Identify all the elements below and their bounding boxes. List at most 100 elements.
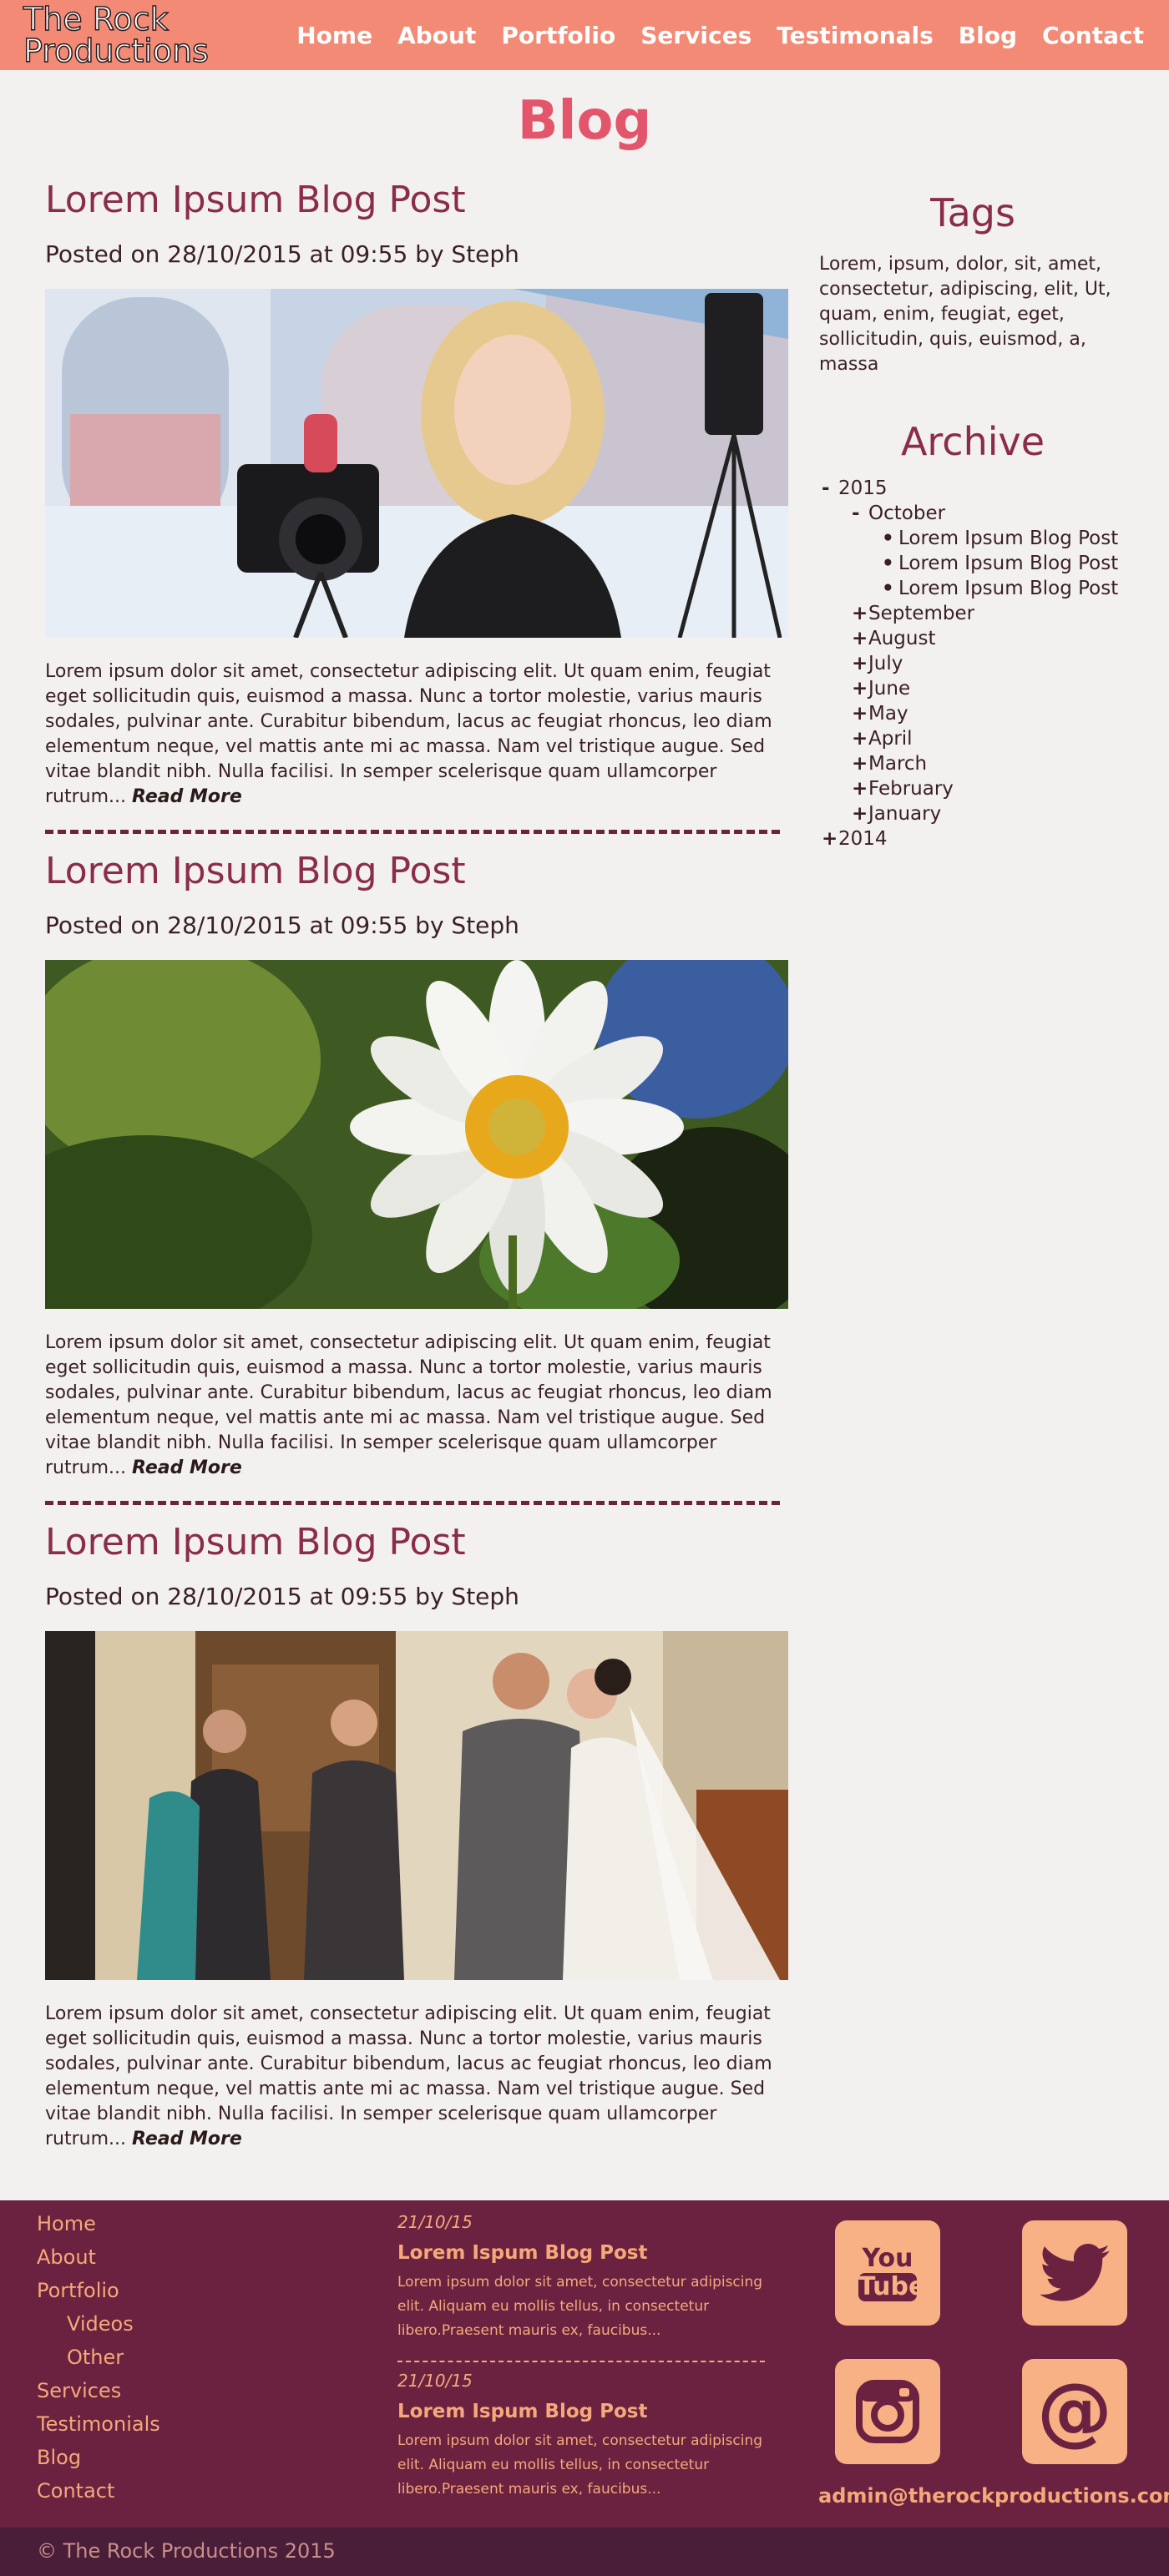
twitter-button[interactable]	[1022, 2220, 1127, 2326]
archive-label: January	[868, 803, 942, 825]
archive-label: September	[868, 603, 975, 624]
news-excerpt: Lorem ipsum dolor sit amet, consectetur …	[397, 2274, 763, 2339]
page-title: Blog	[517, 90, 652, 152]
site-logo[interactable]: The Rock Productions	[23, 1, 274, 69]
news-date: 21/10/15	[397, 2212, 473, 2232]
archive-year-2015[interactable]: -2015	[822, 476, 888, 501]
tags-list[interactable]: Lorem, ipsum, dolor, sit, amet, consecte…	[819, 252, 1141, 377]
expand-toggle[interactable]: +	[852, 626, 868, 651]
news-title[interactable]: Lorem Ispum Blog Post	[397, 2401, 647, 2422]
archive-label: 2015	[838, 477, 888, 499]
site-header: The Rock Productions Home About Portfoli…	[0, 0, 1169, 70]
archive-month-june[interactable]: +June	[852, 676, 910, 701]
archive-month-september[interactable]: +September	[852, 601, 974, 626]
post-meta: Posted on 28/10/2015 at 09:55 by Steph	[45, 1583, 519, 1610]
archive-month-august[interactable]: +August	[852, 626, 936, 651]
archive-post-link[interactable]: • Lorem Ipsum Blog Post	[882, 526, 1118, 551]
post-title[interactable]: Lorem Ipsum Blog Post	[45, 179, 466, 221]
logo-line-1: The Rock	[23, 1, 169, 38]
post-excerpt-text: Lorem ipsum dolor sit amet, consectetur …	[45, 2003, 772, 2149]
copyright-bar: © The Rock Productions 2015	[0, 2528, 1169, 2576]
news-title[interactable]: Lorem Ispum Blog Post	[397, 2242, 647, 2264]
expand-toggle[interactable]: +	[852, 676, 868, 701]
email-button[interactable]: @	[1022, 2359, 1127, 2464]
footer-link-home[interactable]: Home	[37, 2212, 96, 2235]
archive-month-may[interactable]: +May	[852, 701, 908, 726]
archive-month-february[interactable]: +February	[852, 776, 954, 801]
footer-email[interactable]: admin@therockproductions.com	[818, 2484, 1169, 2508]
post-image-videographer[interactable]	[45, 289, 788, 638]
expand-toggle[interactable]: +	[822, 826, 838, 851]
youtube-button[interactable]: You Tube	[835, 2220, 940, 2326]
bullet-icon: •	[882, 578, 894, 599]
post-title[interactable]: Lorem Ipsum Blog Post	[45, 1521, 466, 1563]
post-image-wedding[interactable]	[45, 1631, 788, 1980]
post-excerpt: Lorem ipsum dolor sit amet, consectetur …	[45, 659, 788, 810]
post-title[interactable]: Lorem Ipsum Blog Post	[45, 850, 466, 892]
tags-heading: Tags	[930, 190, 1015, 235]
archive-label: April	[868, 728, 913, 750]
nav-services[interactable]: Services	[640, 22, 752, 49]
collapse-toggle[interactable]: -	[822, 476, 838, 501]
post-divider	[45, 830, 780, 834]
expand-toggle[interactable]: +	[852, 651, 868, 676]
archive-label: June	[868, 678, 911, 700]
instagram-button[interactable]	[835, 2359, 940, 2464]
post-excerpt-text: Lorem ipsum dolor sit amet, consectetur …	[45, 661, 772, 807]
archive-label: 2014	[838, 828, 888, 850]
news-excerpt: Lorem ipsum dolor sit amet, consectetur …	[397, 2432, 763, 2498]
archive-month-july[interactable]: +July	[852, 651, 903, 676]
archive-month-january[interactable]: +January	[852, 801, 941, 826]
footer-link-portfolio[interactable]: Portfolio	[37, 2279, 119, 2302]
expand-toggle[interactable]: +	[852, 701, 868, 726]
read-more-link[interactable]: Read More	[132, 2129, 242, 2149]
bullet-icon: •	[882, 528, 894, 549]
footer-link-about[interactable]: About	[37, 2245, 96, 2269]
archive-year-2014[interactable]: +2014	[822, 826, 888, 851]
expand-toggle[interactable]: +	[852, 601, 868, 626]
nav-about[interactable]: About	[397, 22, 476, 49]
expand-toggle[interactable]: +	[852, 726, 868, 751]
footer-link-videos[interactable]: Videos	[67, 2312, 134, 2336]
archive-label: May	[868, 703, 908, 725]
nav-testimonials[interactable]: Testimonals	[777, 22, 934, 49]
archive-heading: Archive	[900, 419, 1045, 464]
instagram-icon	[856, 2380, 919, 2443]
archive-label: August	[868, 628, 936, 649]
read-more-link[interactable]: Read More	[132, 786, 242, 807]
at-icon: @	[1037, 2367, 1112, 2455]
expand-toggle[interactable]: +	[852, 776, 868, 801]
footer-link-services[interactable]: Services	[37, 2379, 121, 2402]
post-image-flower[interactable]	[45, 960, 788, 1309]
footer-link-testimonials[interactable]: Testimonials	[37, 2412, 160, 2436]
nav-contact[interactable]: Contact	[1042, 22, 1144, 49]
archive-post-link[interactable]: • Lorem Ipsum Blog Post	[882, 576, 1118, 601]
nav-blog[interactable]: Blog	[959, 22, 1017, 49]
post-divider	[45, 1501, 780, 1505]
archive-label: Lorem Ipsum Blog Post	[898, 553, 1119, 574]
footer-link-contact[interactable]: Contact	[37, 2479, 114, 2503]
archive-month-october[interactable]: - October	[852, 501, 945, 526]
expand-toggle[interactable]: +	[852, 801, 868, 826]
archive-month-april[interactable]: +April	[852, 726, 913, 751]
post-meta: Posted on 28/10/2015 at 09:55 by Steph	[45, 240, 519, 268]
site-footer: Home About Portfolio Videos Other Servic…	[0, 2200, 1169, 2528]
logo-line-2: Productions	[23, 33, 209, 69]
copyright-text: © The Rock Productions 2015	[37, 2539, 336, 2563]
post-meta: Posted on 28/10/2015 at 09:55 by Steph	[45, 912, 519, 939]
footer-link-blog[interactable]: Blog	[37, 2446, 81, 2469]
youtube-icon: You Tube	[858, 2244, 925, 2301]
archive-month-march[interactable]: +March	[852, 751, 927, 776]
twitter-icon	[1040, 2244, 1110, 2301]
nav-portfolio[interactable]: Portfolio	[501, 22, 615, 49]
read-more-link[interactable]: Read More	[132, 1457, 242, 1478]
archive-post-link[interactable]: • Lorem Ipsum Blog Post	[882, 551, 1118, 576]
archive-label: October	[868, 503, 946, 524]
archive-label: February	[868, 778, 954, 800]
nav-home[interactable]: Home	[296, 22, 372, 49]
footer-link-other[interactable]: Other	[67, 2346, 124, 2369]
archive-label: July	[868, 653, 903, 674]
youtube-icon-line-1: You	[862, 2244, 913, 2273]
expand-toggle[interactable]: +	[852, 751, 868, 776]
collapse-toggle[interactable]: -	[852, 501, 868, 526]
